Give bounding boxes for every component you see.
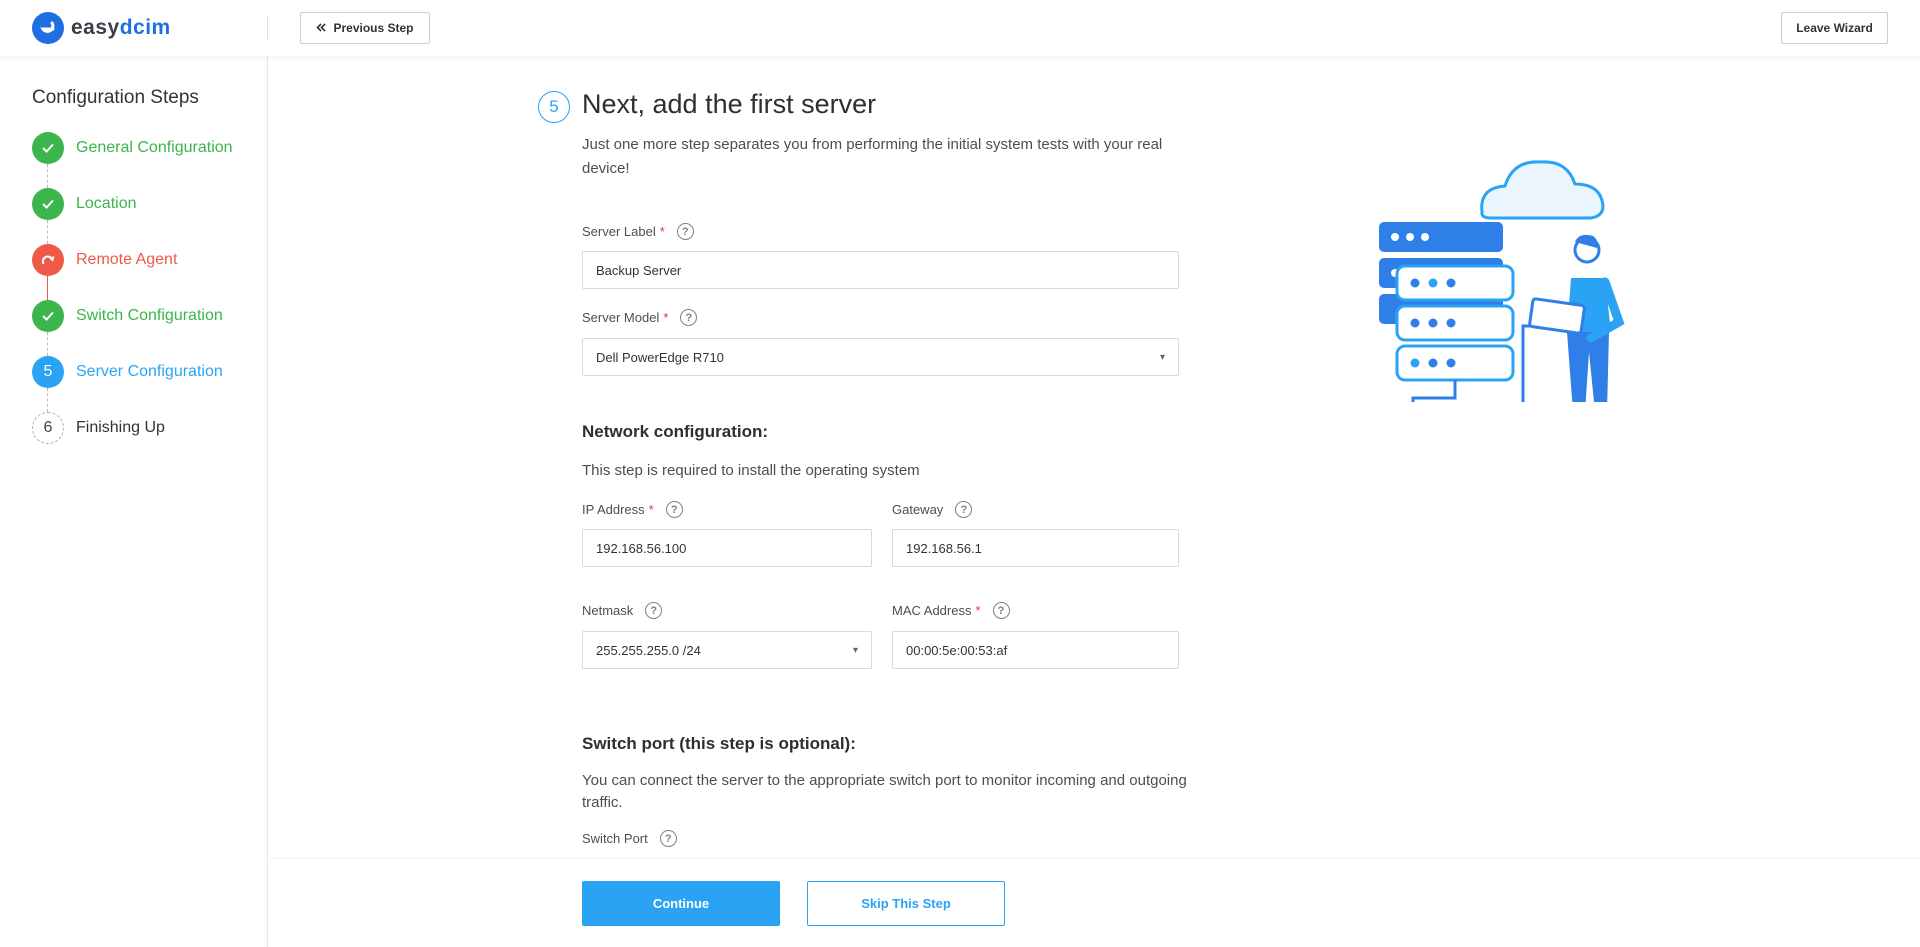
page-subtitle: Just one more step separates you from pe…: [582, 136, 1163, 177]
server-illustration: [1379, 160, 1625, 402]
question-icon[interactable]: ?: [665, 501, 683, 518]
logo-text-dcim: dcim: [119, 16, 171, 39]
field-label-text: Server Model: [582, 310, 660, 325]
step-connector: [47, 164, 48, 188]
field-label-text: MAC Address: [892, 603, 972, 618]
mac-address-label: MAC Address * ?: [892, 602, 1010, 619]
continue-button[interactable]: Continue: [582, 881, 780, 926]
network-configuration-title: Network configuration:: [582, 422, 769, 441]
header-divider: [267, 16, 268, 40]
step-connector: [47, 388, 48, 412]
step-finishing-up[interactable]: 6 Finishing Up: [32, 412, 165, 444]
caret-down-icon: ▾: [852, 644, 858, 656]
step-connector: [47, 220, 48, 244]
gateway-label: Gateway ?: [892, 501, 973, 518]
step-server-configuration[interactable]: 5 Server Configuration: [32, 356, 223, 388]
step-label: Remote Agent: [76, 251, 178, 268]
check-icon: [32, 188, 64, 220]
question-icon[interactable]: ?: [676, 223, 694, 240]
top-header: easydcim Previous Step Leave Wizard: [0, 0, 1920, 56]
switch-port-title: Switch port (this step is optional):: [582, 734, 856, 753]
field-label-text: IP Address: [582, 502, 645, 517]
previous-step-button[interactable]: Previous Step: [300, 12, 430, 44]
netmask-label: Netmask ?: [582, 602, 663, 619]
previous-step-label: Previous Step: [333, 21, 414, 35]
logo-wordmark: easydcim: [71, 16, 171, 40]
step-label: Finishing Up: [76, 419, 165, 436]
wizard-footer: Continue Skip This Step: [269, 858, 1920, 947]
question-icon[interactable]: ?: [680, 309, 698, 326]
network-configuration-desc: This step is required to install the ope…: [582, 462, 920, 479]
logo-text-easy: easy: [71, 16, 120, 39]
logo-mark-icon: [32, 12, 64, 44]
mac-address-input[interactable]: 00:00:5e:00:53:af: [892, 631, 1179, 669]
configuration-steps-sidebar: Configuration Steps General Configuratio…: [0, 56, 268, 947]
step-connector: [47, 276, 48, 300]
server-model-value: Dell PowerEdge R710: [596, 349, 724, 365]
step-number: 5: [32, 356, 64, 388]
netmask-select[interactable]: 255.255.255.0 /24 ▾: [582, 631, 872, 669]
redo-icon: [32, 244, 64, 276]
required-asterisk: *: [648, 502, 654, 517]
step-label: General Configuration: [76, 139, 233, 156]
step-number: 6: [32, 412, 64, 444]
caret-down-icon: ▾: [1159, 351, 1165, 363]
field-label-text: Netmask: [582, 603, 634, 618]
required-asterisk: *: [659, 224, 665, 239]
page-title: Next, add the first server: [582, 89, 877, 119]
step-remote-agent[interactable]: Remote Agent: [32, 244, 177, 276]
question-icon[interactable]: ?: [955, 501, 973, 518]
skip-step-button[interactable]: Skip This Step: [807, 881, 1005, 926]
question-icon[interactable]: ?: [645, 602, 663, 619]
server-label-label: Server Label * ?: [582, 223, 694, 240]
step-label: Location: [76, 195, 137, 212]
step-connector: [47, 332, 48, 356]
server-model-select[interactable]: Dell PowerEdge R710 ▾: [582, 338, 1179, 376]
required-asterisk: *: [975, 603, 981, 618]
gateway-input[interactable]: 192.168.56.1: [892, 529, 1179, 567]
step-label: Switch Configuration: [76, 307, 223, 324]
sidebar-title: Configuration Steps: [32, 87, 199, 108]
step-switch-configuration[interactable]: Switch Configuration: [32, 300, 223, 332]
easydcim-logo[interactable]: easydcim: [32, 12, 171, 44]
server-label-input[interactable]: Backup Server: [582, 251, 1179, 289]
step-location[interactable]: Location: [32, 188, 137, 220]
current-step-badge: 5: [538, 91, 570, 123]
check-icon: [32, 132, 64, 164]
netmask-value: 255.255.255.0 /24: [596, 642, 701, 658]
step-label: Server Configuration: [76, 363, 223, 380]
ip-address-label: IP Address * ?: [582, 501, 683, 518]
question-icon[interactable]: ?: [659, 830, 677, 847]
main-content: 5 Next, add the first server Just one mo…: [269, 56, 1920, 947]
field-label-text: Switch Port: [582, 831, 648, 846]
switch-port-label: Switch Port ?: [582, 830, 677, 847]
step-general-configuration[interactable]: General Configuration: [32, 132, 233, 164]
field-label-text: Gateway: [892, 502, 944, 517]
required-asterisk: *: [663, 310, 669, 325]
double-chevron-left-icon: [316, 21, 327, 35]
server-model-label: Server Model * ?: [582, 309, 698, 326]
field-label-text: Server Label: [582, 224, 656, 239]
ip-address-input[interactable]: 192.168.56.100: [582, 529, 872, 567]
check-icon: [32, 300, 64, 332]
leave-wizard-button[interactable]: Leave Wizard: [1781, 12, 1888, 44]
switch-port-desc: You can connect the server to the approp…: [582, 772, 1187, 811]
question-icon[interactable]: ?: [992, 602, 1010, 619]
